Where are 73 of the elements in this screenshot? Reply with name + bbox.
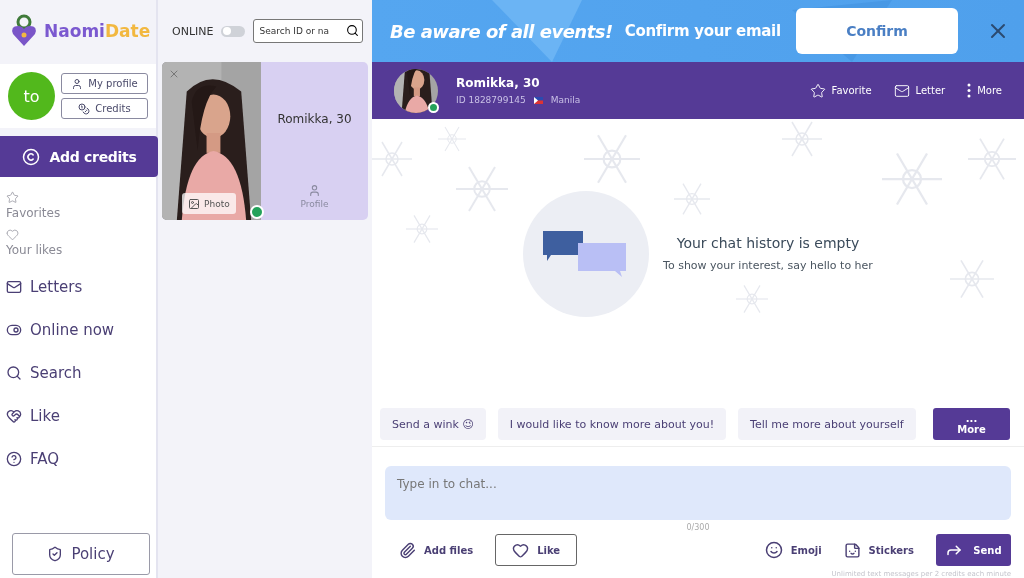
star-icon — [809, 82, 826, 99]
banner-headline: Be aware of all events! — [390, 20, 613, 42]
snowflake-decoration — [673, 183, 711, 215]
search-icon — [6, 364, 22, 381]
sidebar-item[interactable]: Search — [6, 351, 156, 394]
heart-lock-logo-icon — [10, 14, 38, 48]
empty-chat-subtitle: To show your interest, say hello to her — [663, 259, 873, 272]
profile-name: Romikka, 30 — [277, 112, 352, 126]
sidebar-item[interactable]: Favorites — [6, 191, 156, 220]
sidebar-item[interactable]: Online now — [6, 308, 156, 351]
paperclip-icon — [399, 541, 416, 559]
help-icon — [6, 450, 22, 467]
my-profile-button[interactable]: My profile — [61, 73, 148, 94]
coins-icon — [78, 102, 91, 115]
snowflake-decoration — [455, 165, 509, 213]
heart-icon — [512, 541, 530, 559]
search-field[interactable]: Search ID or na — [253, 19, 364, 43]
contact-id: ID 1828799145 — [456, 95, 526, 105]
header-action-button[interactable]: Favorite — [809, 82, 872, 99]
quick-reply-button[interactable]: Tell me more about yourself — [738, 408, 916, 440]
quick-reply-button[interactable]: I would like to know more about you! — [497, 408, 727, 440]
sidebar-item[interactable]: Like — [6, 394, 156, 437]
quick-reply-button[interactable]: Send a wink 😉 — [380, 408, 486, 440]
policy-button[interactable]: Policy — [12, 533, 150, 575]
profile-card[interactable]: Photo Romikka, 30 Profile — [162, 62, 368, 220]
online-label: ONLINE — [172, 24, 214, 38]
sidebar-item[interactable]: Letters — [6, 265, 156, 308]
mail-icon — [6, 278, 22, 295]
photo-button[interactable]: Photo — [182, 193, 236, 214]
hearts-icon — [6, 407, 22, 424]
search-icon[interactable] — [346, 24, 360, 37]
header-action-button[interactable]: More — [967, 83, 1002, 98]
sidebar-item-label: Your likes — [6, 243, 63, 257]
flag-icon — [533, 96, 543, 104]
more-replies-button[interactable]: ... More — [933, 408, 1010, 440]
logo-text: NaomiDate — [44, 21, 151, 41]
snowflake-decoration — [967, 137, 1017, 181]
banner-text: Confirm your email — [624, 22, 781, 40]
image-icon — [188, 197, 200, 210]
star-icon — [6, 191, 19, 204]
snowflake-decoration — [405, 214, 439, 244]
snowflake-decoration — [584, 134, 640, 184]
heart-icon — [6, 228, 19, 241]
character-counter: 0/300 — [686, 523, 710, 532]
sidebar-item[interactable]: FAQ — [6, 437, 156, 480]
sticker-icon — [843, 541, 861, 559]
online-toggle[interactable] — [221, 25, 246, 37]
chat-contact-name: Romikka, 30 — [456, 76, 541, 90]
snowflake-decoration — [735, 284, 769, 314]
user-icon — [71, 77, 84, 90]
mail-icon — [893, 82, 910, 99]
empty-chat-title: Your chat history is empty — [676, 235, 860, 251]
close-icon[interactable] — [168, 68, 180, 80]
snowflake-decoration — [882, 152, 942, 206]
header-action-button[interactable]: Letter — [893, 82, 946, 99]
like-button[interactable]: Like — [495, 534, 578, 566]
sidebar-item-label: Favorites — [6, 206, 61, 220]
shield-icon — [47, 546, 64, 562]
add-credits-button[interactable]: Add credits — [0, 136, 158, 177]
send-button[interactable]: Send — [936, 534, 1011, 566]
snowflake-decoration — [949, 259, 995, 299]
snowflake-decoration — [437, 126, 467, 152]
smile-icon — [764, 541, 783, 559]
confirm-button[interactable]: Confirm — [796, 8, 958, 54]
more-icon — [967, 83, 972, 98]
contact-city: Manila — [550, 95, 581, 105]
copyright-icon — [21, 147, 40, 166]
user-icon — [308, 184, 321, 197]
credits-button[interactable]: Credits — [61, 98, 148, 119]
sidebar-item[interactable]: Your likes — [6, 228, 156, 257]
snowflake-decoration — [372, 141, 413, 177]
snowflake-decoration — [781, 121, 823, 157]
chat-input-field[interactable]: Type in to chat... — [385, 466, 1011, 520]
